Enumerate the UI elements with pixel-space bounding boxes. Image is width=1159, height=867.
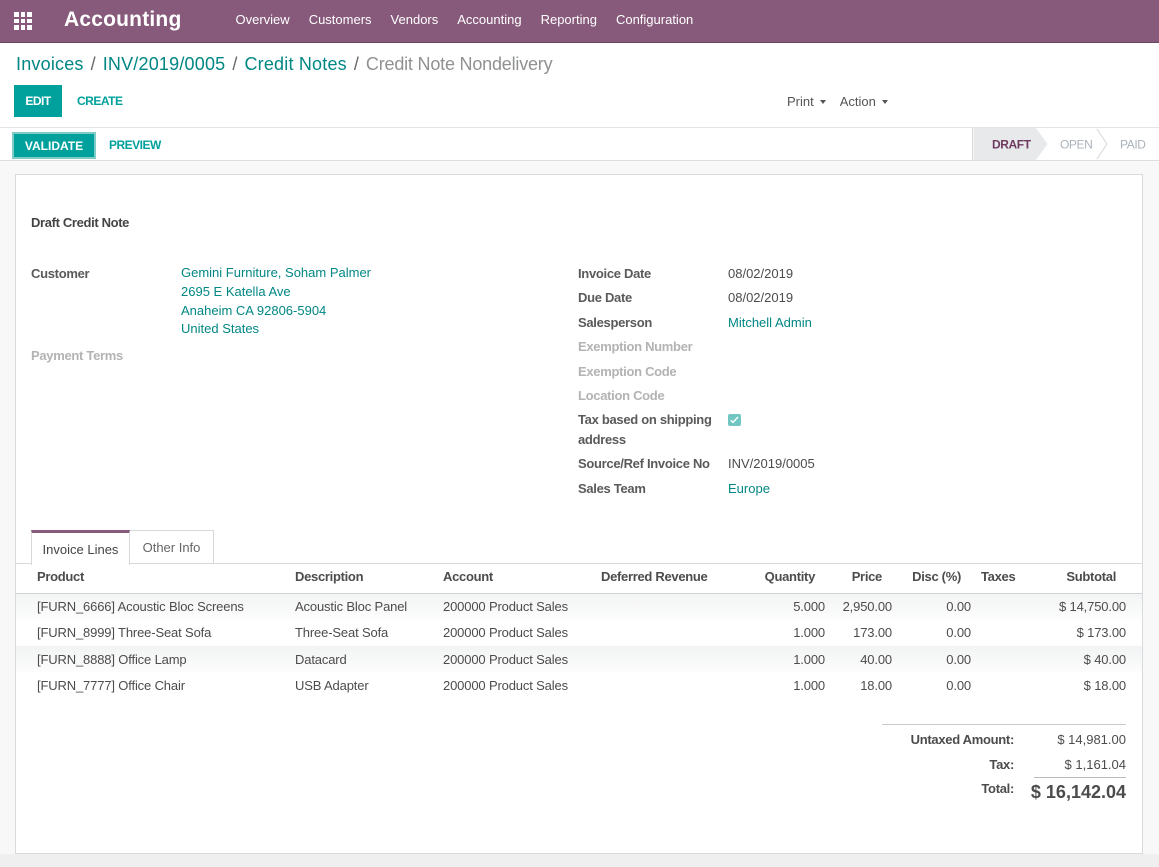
- svg-text:DRAFT: DRAFT: [992, 138, 1032, 152]
- svg-text:OPEN: OPEN: [1060, 138, 1092, 152]
- svg-text:PAID: PAID: [1120, 138, 1146, 152]
